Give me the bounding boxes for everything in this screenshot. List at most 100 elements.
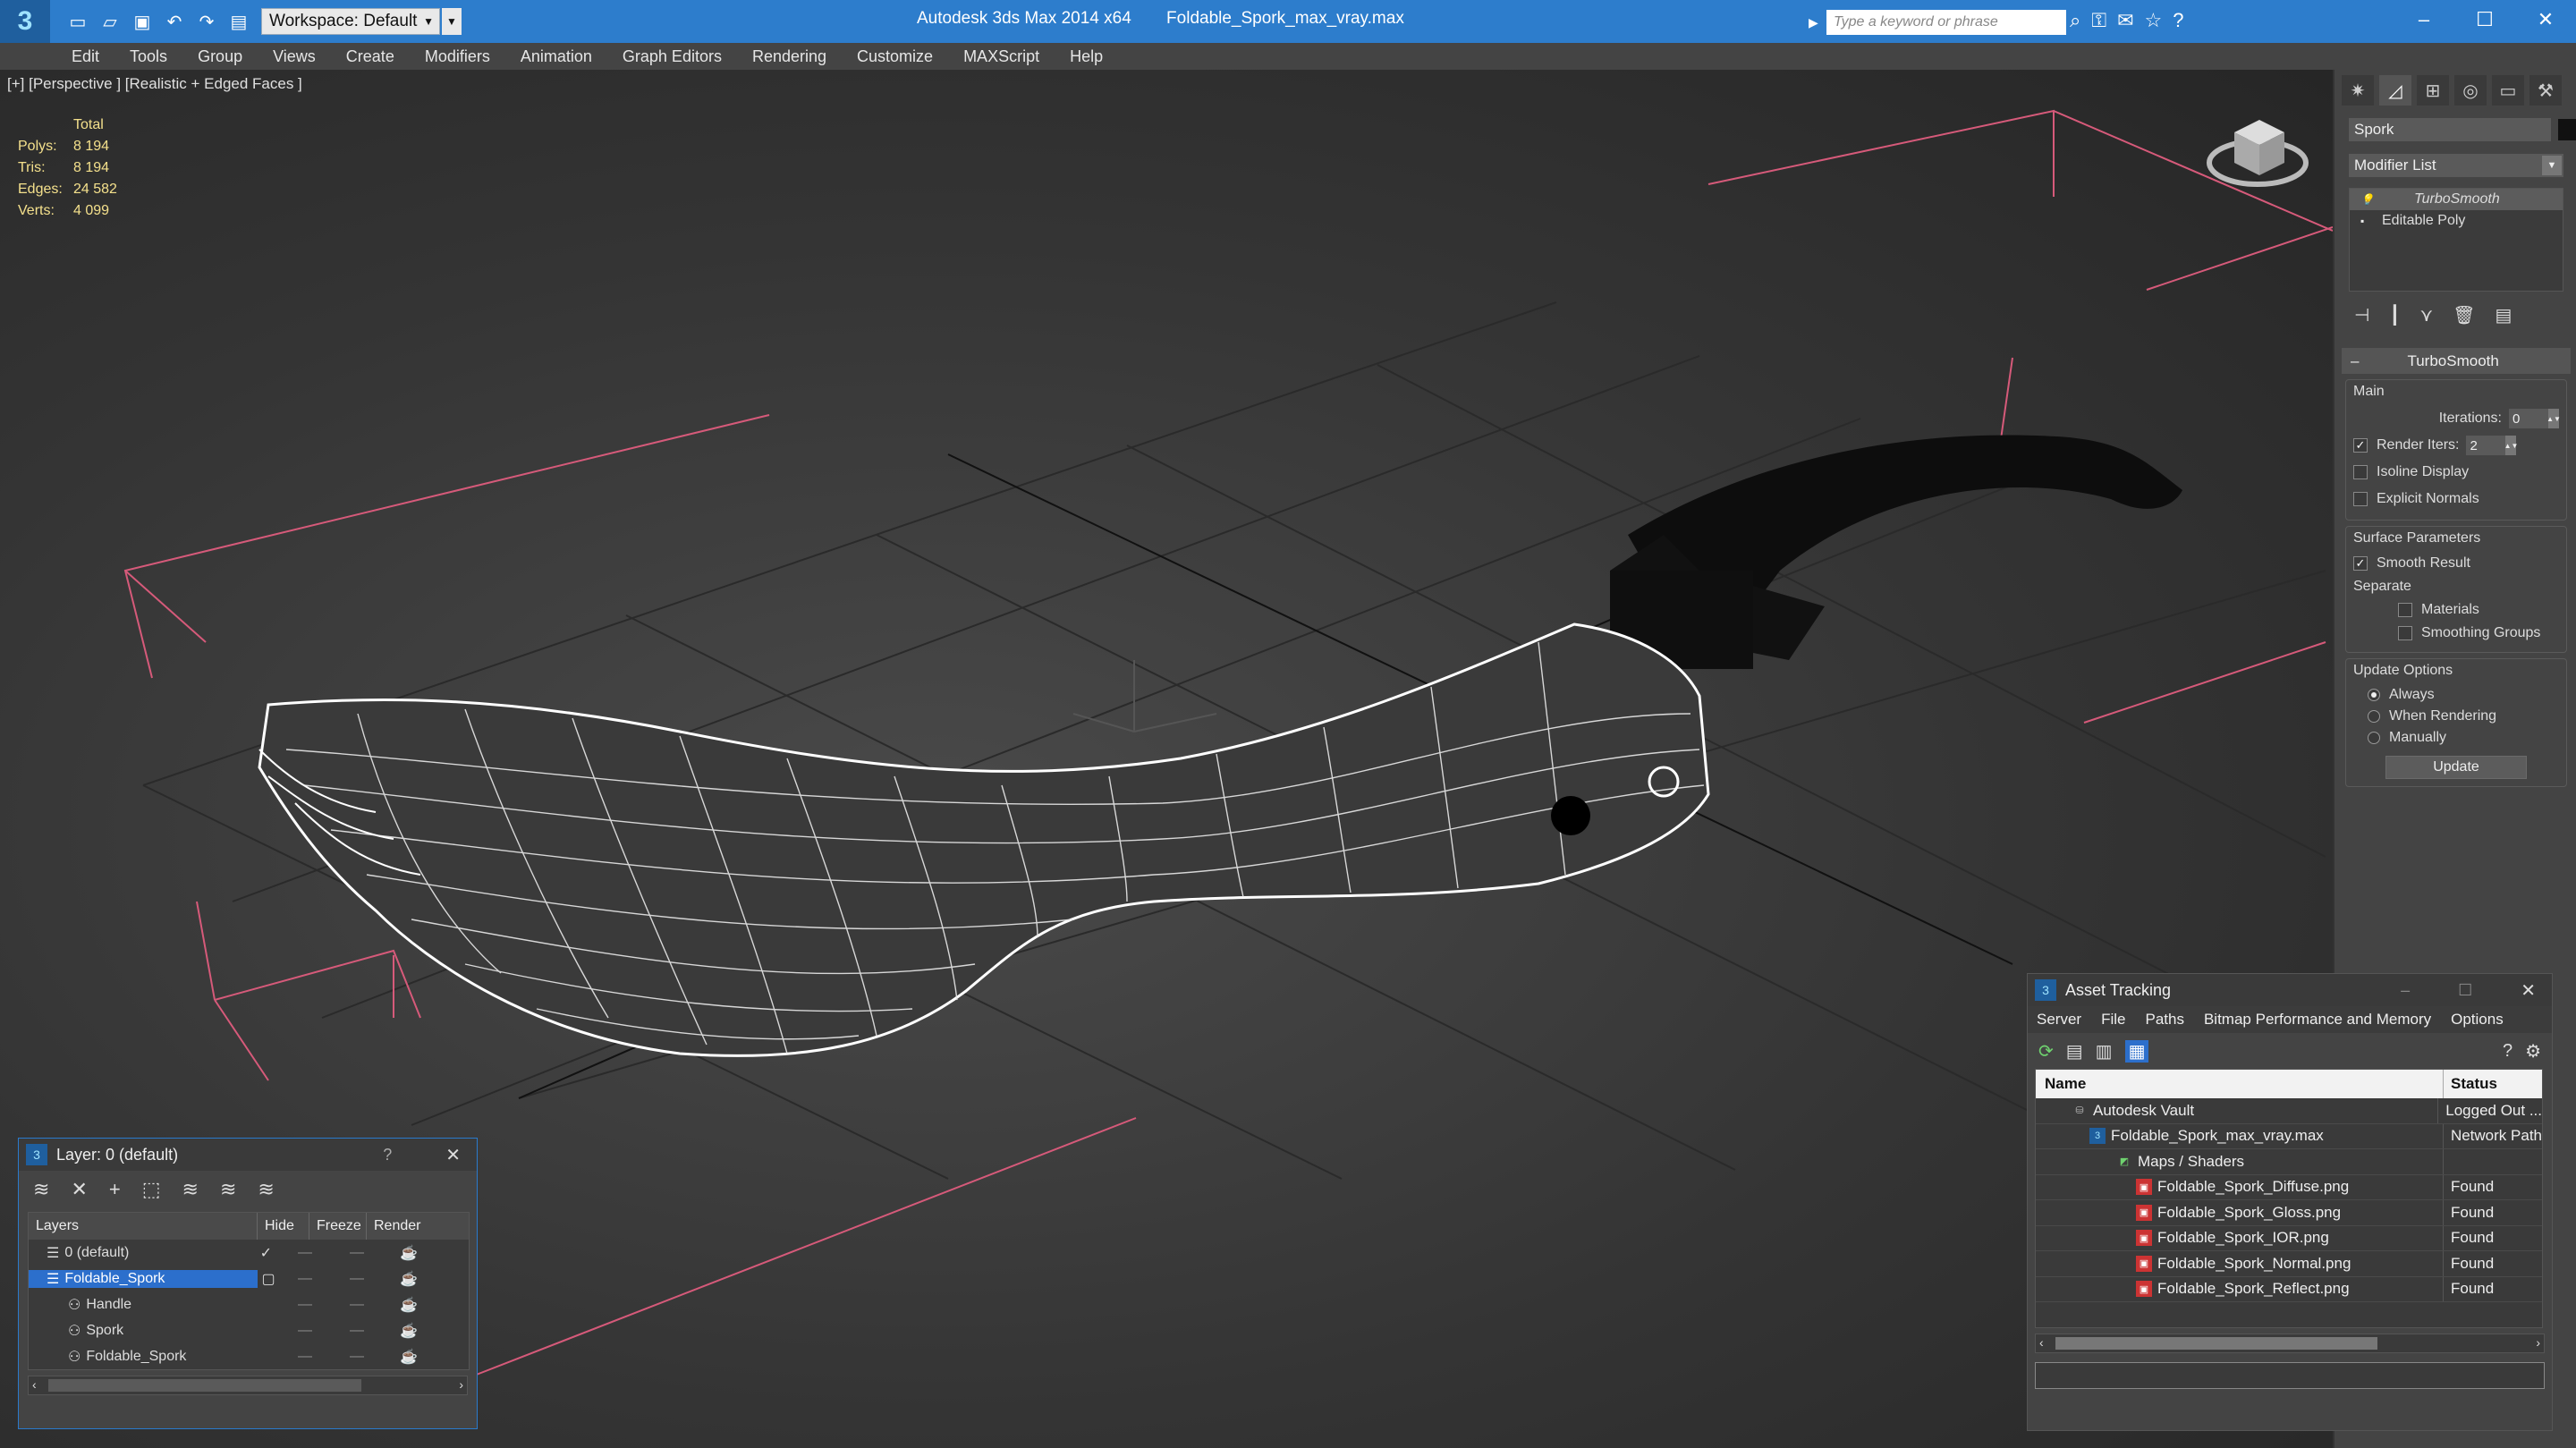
minimize-icon[interactable]: – xyxy=(2401,981,2410,1000)
render-teapot-icon[interactable]: ☕ xyxy=(383,1270,435,1288)
asset-path-field[interactable] xyxy=(2035,1362,2545,1389)
freeze-toggle[interactable]: — xyxy=(331,1323,383,1339)
object-color-swatch[interactable] xyxy=(2558,119,2576,140)
hierarchy-tab-icon[interactable]: ⊞ xyxy=(2417,75,2449,106)
redo-icon[interactable]: ↷ xyxy=(195,10,218,33)
save-icon[interactable]: ▣ xyxy=(131,10,154,33)
render-iters-spinner[interactable]: 2 ▲▼ xyxy=(2466,436,2518,455)
horizontal-scrollbar[interactable]: ‹ › xyxy=(28,1376,468,1395)
binoculars-icon[interactable]: ⌕ xyxy=(2070,9,2080,32)
table-row[interactable]: ▣ Foldable_Spork_Diffuse.png Found xyxy=(2036,1174,2542,1200)
modify-tab-icon[interactable]: ◿ xyxy=(2379,75,2411,106)
column-render[interactable]: Render xyxy=(367,1213,422,1240)
menu-animation[interactable]: Animation xyxy=(521,47,592,66)
add-to-layer-icon[interactable]: + xyxy=(109,1178,121,1201)
render-teapot-icon[interactable]: ☕ xyxy=(383,1348,435,1366)
menu-server[interactable]: Server xyxy=(2037,1011,2081,1029)
scrollbar-thumb[interactable] xyxy=(2055,1337,2377,1350)
freeze-toggle[interactable]: — xyxy=(331,1245,383,1261)
toolbar-more-icon[interactable]: ▼ xyxy=(442,8,462,35)
hide-toggle[interactable]: — xyxy=(279,1323,331,1339)
freeze-toggle[interactable]: — xyxy=(331,1349,383,1365)
create-layer-icon[interactable]: ≋ xyxy=(33,1178,49,1201)
menu-bitmap-performance[interactable]: Bitmap Performance and Memory xyxy=(2204,1011,2431,1029)
menu-options[interactable]: Options xyxy=(2451,1011,2504,1029)
help-icon[interactable]: ? xyxy=(2503,1041,2512,1062)
utilities-tab-icon[interactable]: ⚒ xyxy=(2529,75,2562,106)
asset-dialog-titlebar[interactable]: 3 Asset Tracking – ☐ ✕ xyxy=(2028,974,2552,1006)
iterations-spinner[interactable]: 0 ▲▼ xyxy=(2509,409,2561,428)
render-teapot-icon[interactable]: ☕ xyxy=(383,1244,435,1262)
menu-paths[interactable]: Paths xyxy=(2145,1011,2183,1029)
column-layers[interactable]: Layers xyxy=(29,1213,258,1240)
viewport-label-menu[interactable]: [+] [Perspective ] [Realistic + Edged Fa… xyxy=(7,75,302,93)
viewcube[interactable] xyxy=(2207,120,2309,187)
close-icon[interactable]: ✕ xyxy=(2515,0,2576,39)
menu-graph-editors[interactable]: Graph Editors xyxy=(623,47,722,66)
open-file-icon[interactable]: ▱ xyxy=(98,10,122,33)
active-check-icon[interactable]: ✓ xyxy=(260,1244,272,1262)
table-row[interactable]: ⛁ Autodesk Vault Logged Out ... xyxy=(2036,1098,2542,1124)
project-folder-icon[interactable]: ▤ xyxy=(227,10,250,33)
table-row[interactable]: ▣ Foldable_Spork_Normal.png Found xyxy=(2036,1251,2542,1277)
menu-group[interactable]: Group xyxy=(198,47,242,66)
table-row[interactable]: ▣ Foldable_Spork_Gloss.png Found xyxy=(2036,1200,2542,1226)
modifier-list-dropdown[interactable]: Modifier List ▼ xyxy=(2349,154,2563,177)
table-row[interactable]: ◩ Maps / Shaders xyxy=(2036,1149,2542,1175)
make-unique-icon[interactable]: ⋎ xyxy=(2419,304,2433,326)
table-row[interactable]: ⚇ Handle — — ☕ xyxy=(29,1291,469,1317)
show-end-result-icon[interactable]: ┃ xyxy=(2389,304,2400,326)
hide-toggle[interactable]: — xyxy=(279,1271,331,1287)
stack-item-turbosmooth[interactable]: 💡 TurboSmooth xyxy=(2350,189,2563,210)
help-icon[interactable]: ? xyxy=(2173,9,2183,32)
hide-toggle[interactable]: — xyxy=(279,1245,331,1261)
hide-toggle[interactable]: — xyxy=(279,1297,331,1313)
smooth-result-checkbox[interactable]: ✓ xyxy=(2353,556,2368,571)
render-iters-checkbox[interactable]: ✓ xyxy=(2353,438,2368,453)
configure-sets-icon[interactable]: ▤ xyxy=(2496,304,2512,326)
explicit-normals-checkbox[interactable] xyxy=(2353,492,2368,506)
close-icon[interactable]: ✕ xyxy=(2521,979,2536,1002)
table-view-icon[interactable]: ▦ xyxy=(2124,1039,2149,1063)
rollout-header[interactable]: – TurboSmooth xyxy=(2342,349,2571,374)
scroll-right-icon[interactable]: › xyxy=(2536,1335,2540,1350)
table-row[interactable]: ▣ Foldable_Spork_Reflect.png Found xyxy=(2036,1276,2542,1302)
update-button[interactable]: Update xyxy=(2385,756,2527,779)
menu-customize[interactable]: Customize xyxy=(857,47,933,66)
scrollbar-thumb[interactable] xyxy=(48,1379,361,1392)
menu-help[interactable]: Help xyxy=(1070,47,1103,66)
table-row[interactable]: ⚇ Spork — — ☕ xyxy=(29,1317,469,1343)
motion-tab-icon[interactable]: ◎ xyxy=(2454,75,2487,106)
menu-views[interactable]: Views xyxy=(273,47,316,66)
select-objects-icon[interactable]: ⬚ xyxy=(142,1178,161,1201)
menu-file[interactable]: File xyxy=(2101,1011,2125,1029)
close-icon[interactable]: ✕ xyxy=(445,1144,461,1166)
menu-edit[interactable]: Edit xyxy=(72,47,99,66)
materials-checkbox[interactable] xyxy=(2398,603,2412,617)
render-teapot-icon[interactable]: ☕ xyxy=(383,1296,435,1314)
when-rendering-radio[interactable] xyxy=(2368,710,2380,723)
column-name[interactable]: Name xyxy=(2036,1070,2444,1098)
spinner-arrows-icon[interactable]: ▲▼ xyxy=(2546,409,2561,428)
freeze-toggle[interactable]: — xyxy=(331,1297,383,1313)
highlight-layer-icon[interactable]: ≋ xyxy=(182,1178,199,1201)
hide-all-icon[interactable]: ≋ xyxy=(220,1178,236,1201)
expand-icon[interactable]: ▪ xyxy=(2360,215,2373,227)
delete-layer-icon[interactable]: ✕ xyxy=(71,1178,87,1201)
always-radio[interactable] xyxy=(2368,689,2380,701)
settings-icon[interactable]: ⚙ xyxy=(2525,1040,2541,1063)
search-input[interactable]: Type a keyword or phrase xyxy=(1826,10,2066,35)
column-freeze[interactable]: Freeze xyxy=(309,1213,367,1240)
maximize-icon[interactable]: ☐ xyxy=(2458,981,2472,1000)
table-row[interactable]: ☰ Foldable_Spork ▢ — — ☕ xyxy=(29,1266,469,1291)
horizontal-scrollbar[interactable]: ‹ › xyxy=(2035,1334,2545,1353)
remove-modifier-icon[interactable]: 🗑 xyxy=(2453,304,2475,326)
menu-maxscript[interactable]: MAXScript xyxy=(963,47,1039,66)
minimize-icon[interactable]: – xyxy=(2394,0,2454,39)
active-box-icon[interactable]: ▢ xyxy=(258,1270,279,1288)
app-logo-icon[interactable]: 3 xyxy=(0,0,50,43)
spinner-arrows-icon[interactable]: ▲▼ xyxy=(2504,436,2518,455)
menu-rendering[interactable]: Rendering xyxy=(752,47,826,66)
scroll-left-icon[interactable]: ‹ xyxy=(2039,1335,2044,1350)
pin-stack-icon[interactable]: ⊣ xyxy=(2354,304,2369,326)
